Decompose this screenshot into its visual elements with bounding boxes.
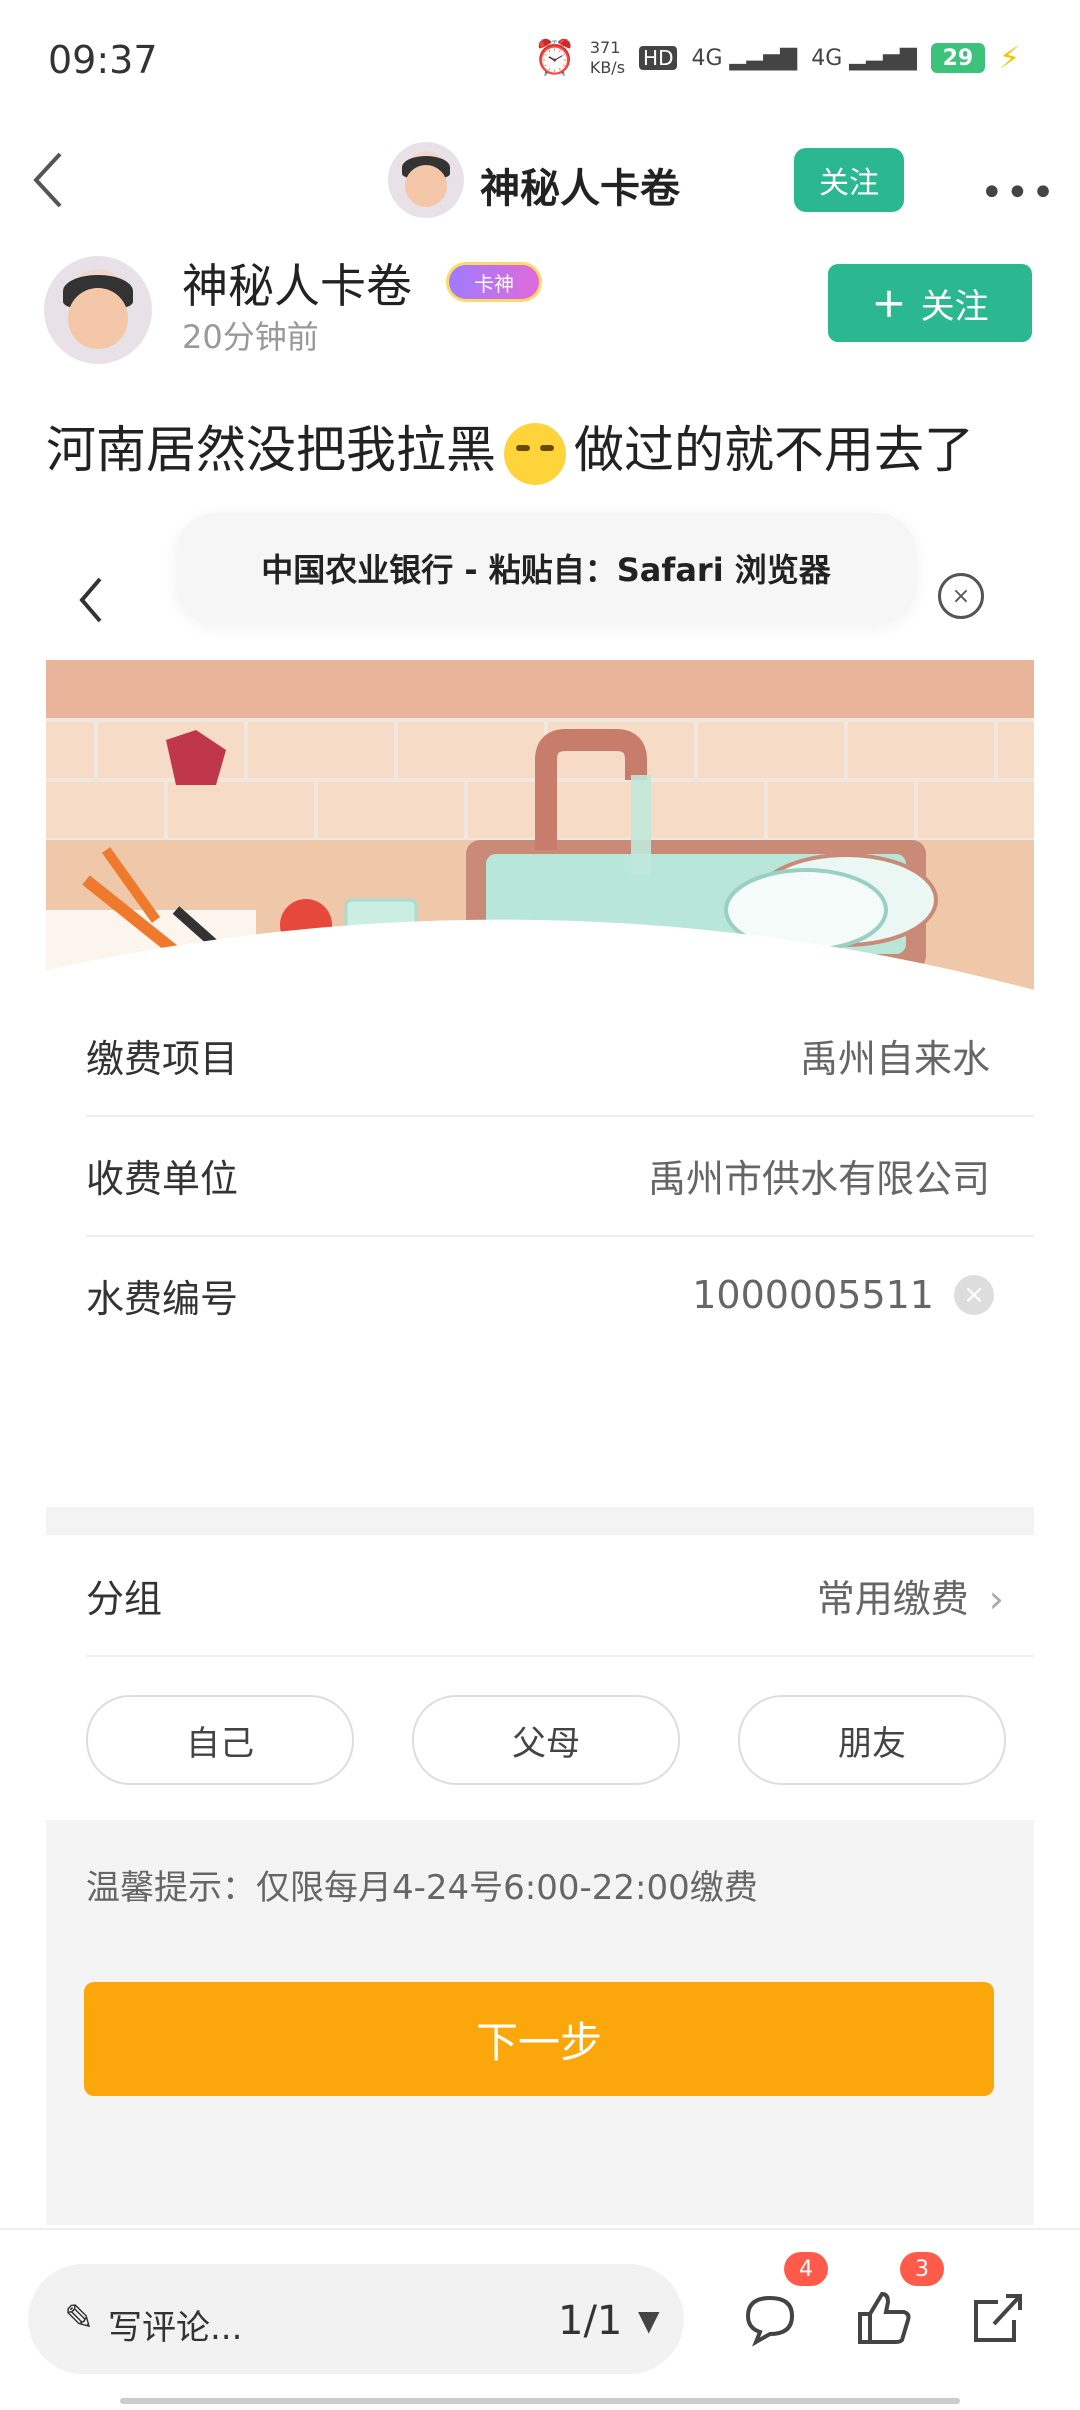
row-water-bill-number[interactable]: 水费编号 1000005511 ×: [86, 1235, 1034, 1355]
thumbs-up-icon: [858, 2291, 911, 2344]
nav-avatar[interactable]: [388, 142, 464, 218]
paste-notice: 中国农业银行 - 粘贴自：Safari 浏览器: [176, 513, 916, 623]
comment-button[interactable]: 4: [740, 2252, 828, 2350]
status-icons: ⏰ 371 KB/s HD 4G ▂▃▅▇ 4G ▂▃▅▇ 29 ⚡: [533, 38, 1020, 78]
emoji-icon: [504, 422, 566, 485]
clear-icon[interactable]: ×: [954, 1275, 994, 1315]
follow-label: 关注: [920, 286, 989, 327]
comment-count-badge: 4: [784, 2252, 828, 2286]
image-back-icon: [76, 575, 106, 629]
chevron-right-icon: ›: [988, 1576, 1004, 1621]
chip-self[interactable]: 自己: [86, 1695, 354, 1785]
post-time: 20分钟前: [182, 318, 319, 356]
share-button[interactable]: [968, 2288, 1028, 2348]
section-divider: [46, 1507, 1034, 1535]
tip-text: 温馨提示：仅限每月4-24号6:00-22:00缴费: [86, 1868, 758, 1908]
status-time: 09:37: [48, 38, 158, 82]
group-chips: 自己 父母 朋友: [86, 1695, 1006, 1785]
row-label: 水费编号: [86, 1276, 239, 1321]
kitchen-banner-illustration: [46, 660, 1034, 990]
chip-parents[interactable]: 父母: [412, 1695, 680, 1785]
signal-icon-2: 4G ▂▃▅▇: [811, 45, 917, 71]
row-payee[interactable]: 收费单位 禹州市供水有限公司: [86, 1115, 1034, 1237]
row-value: 禹州市供水有限公司: [647, 1156, 990, 1201]
comment-input[interactable]: ✎ 写评论... 1/1 ▼: [28, 2264, 684, 2374]
bottom-bar: ✎ 写评论... 1/1 ▼ 4 3: [0, 2228, 1080, 2410]
row-value: 1000005511: [692, 1273, 934, 1317]
hd-icon: HD: [639, 46, 678, 70]
more-icon: •••: [980, 170, 1057, 216]
author-badge: 卡神: [446, 262, 542, 302]
author-name[interactable]: 神秘人卡卷: [182, 250, 412, 316]
more-button[interactable]: •••: [980, 170, 1057, 216]
charging-icon: ⚡: [998, 40, 1020, 76]
group-label: 分组: [86, 1576, 163, 1621]
back-button[interactable]: [28, 150, 78, 210]
tip-section: 温馨提示：仅限每月4-24号6:00-22:00缴费 下一步: [46, 1820, 1034, 2225]
pencil-icon: ✎: [64, 2298, 95, 2339]
post-text: 河南居然没把我拉黑 做过的就不用去了: [46, 410, 974, 485]
row-label: 收费单位: [86, 1156, 239, 1201]
chevron-left-icon: [33, 152, 62, 208]
signal-icon-1: 4G ▂▃▅▇: [691, 45, 798, 71]
battery-icon: 29: [930, 43, 985, 73]
chip-friends[interactable]: 朋友: [738, 1695, 1006, 1785]
comment-icon: [745, 2295, 795, 2347]
nav-bar: 神秘人卡卷 关注 •••: [0, 120, 1080, 240]
caret-down-icon: ▼: [638, 2304, 660, 2337]
nav-title: 神秘人卡卷: [480, 166, 680, 212]
home-indicator: [120, 2398, 960, 2404]
comment-placeholder: 写评论...: [108, 2308, 243, 2348]
row-group[interactable]: 分组 常用缴费 ›: [86, 1535, 1034, 1657]
like-count-badge: 3: [900, 2252, 944, 2286]
page-indicator[interactable]: 1/1: [558, 2298, 622, 2344]
post-image[interactable]: 中国农业银行 - 粘贴自：Safari 浏览器 × 缴费项目 禹州自来水 收费单…: [46, 495, 1034, 2225]
row-value: 禹州自来水: [799, 1036, 990, 1081]
author-avatar[interactable]: [44, 256, 152, 364]
nav-follow-button[interactable]: 关注: [794, 148, 904, 212]
follow-button[interactable]: + 关注: [828, 264, 1032, 342]
row-payment-item[interactable]: 缴费项目 禹州自来水: [86, 995, 1034, 1117]
net-speed: 371 KB/s: [589, 38, 626, 77]
like-button[interactable]: 3: [854, 2252, 944, 2348]
status-bar: 09:37 ⏰ 371 KB/s HD 4G ▂▃▅▇ 4G ▂▃▅▇ 29 ⚡: [0, 0, 1080, 120]
close-circle-icon: ×: [938, 573, 984, 619]
alarm-icon: ⏰: [533, 38, 576, 78]
plus-icon: +: [871, 278, 907, 327]
next-step-button[interactable]: 下一步: [84, 1982, 994, 2096]
row-label: 缴费项目: [86, 1036, 239, 1081]
group-value: 常用缴费 ›: [816, 1576, 1004, 1621]
share-icon: [974, 2294, 1022, 2342]
